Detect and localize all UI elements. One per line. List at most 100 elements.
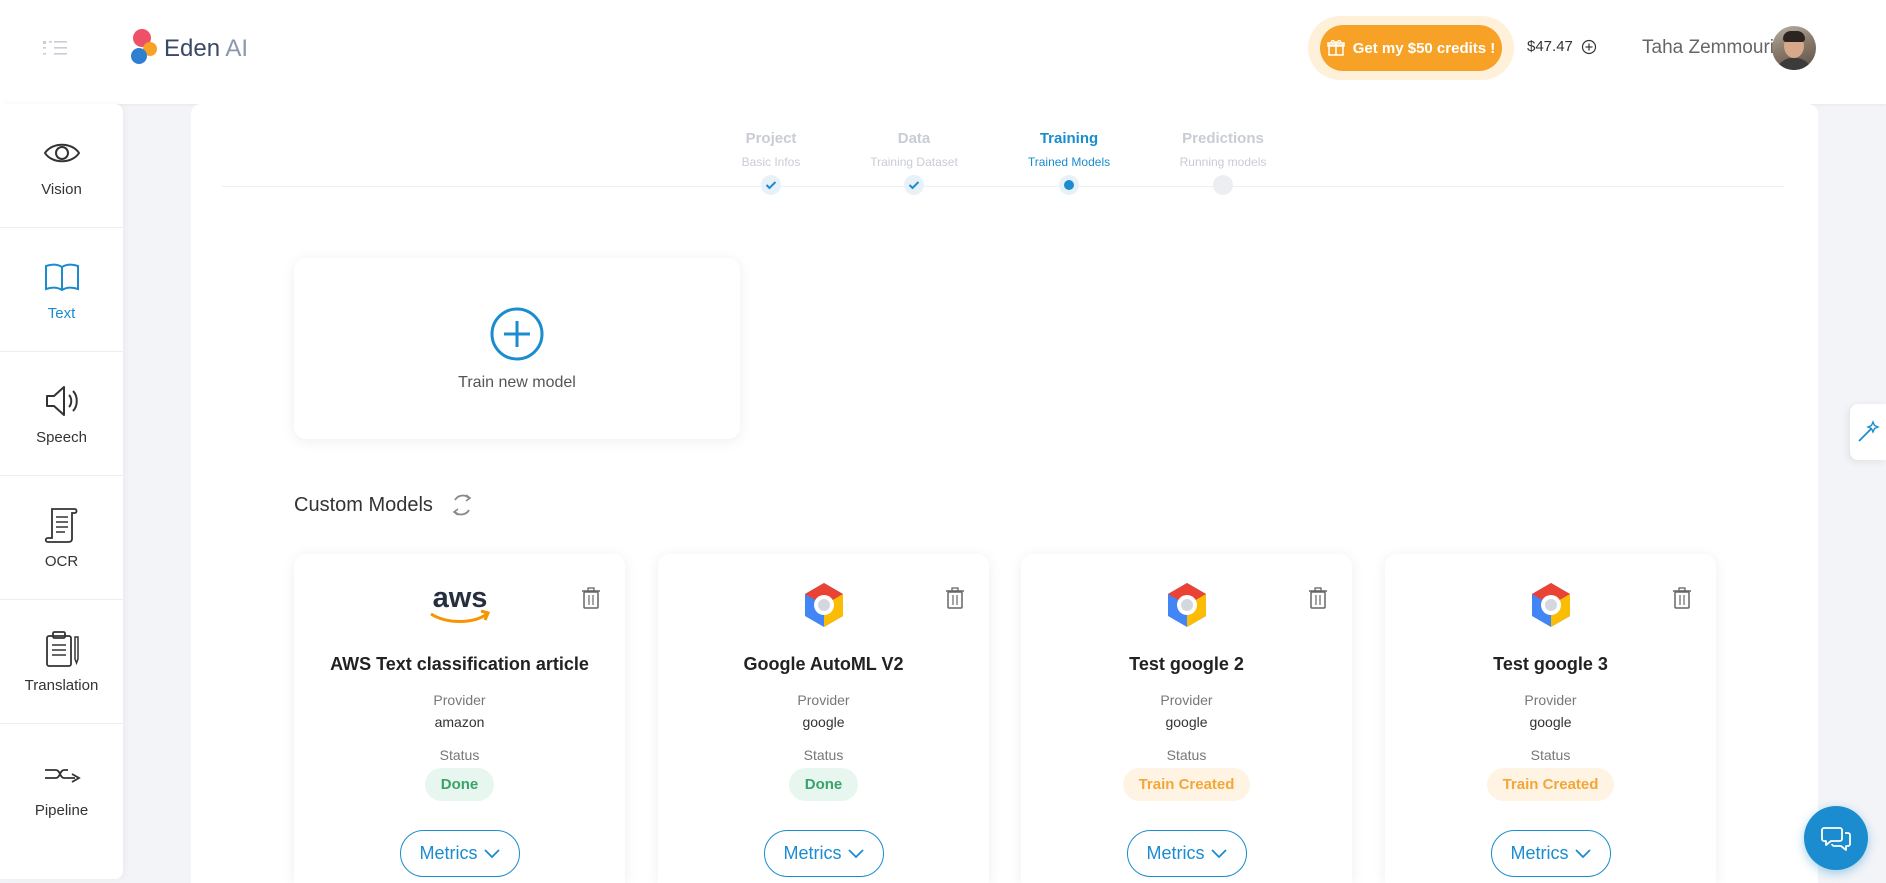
model-name: Test google 3 xyxy=(1493,654,1608,674)
refresh-icon[interactable] xyxy=(449,492,475,518)
sidebar-item-label: Pipeline xyxy=(34,801,89,819)
chevron-down-icon xyxy=(1210,848,1227,858)
chevron-down-icon xyxy=(1574,848,1591,858)
sidebar-item-vision[interactable]: Vision xyxy=(0,104,123,228)
brand-suffix: AI xyxy=(225,35,249,62)
add-funds-icon[interactable] xyxy=(1581,39,1597,55)
avatar[interactable] xyxy=(1772,26,1816,70)
menu-toggle-icon[interactable] xyxy=(40,38,70,58)
account-balance[interactable]: $47.47 xyxy=(1527,38,1597,55)
step-predictions[interactable]: Predictions Running models xyxy=(1153,130,1293,169)
model-name: AWS Text classification article xyxy=(330,654,589,674)
stepper-track xyxy=(222,186,1784,187)
step-project-check-icon xyxy=(761,175,781,195)
sidebar-item-label: Text xyxy=(47,305,76,322)
provider-value: amazon xyxy=(434,714,485,730)
model-card: aws AWS Text classification article Prov… xyxy=(294,554,625,883)
sidebar-item-label: OCR xyxy=(44,553,79,570)
step-title: Data xyxy=(897,130,931,147)
train-new-model-label: Train new model xyxy=(458,373,576,391)
provider-label: Provider xyxy=(433,692,486,708)
pipeline-icon xyxy=(44,768,81,783)
step-training[interactable]: Training Trained Models xyxy=(999,130,1139,169)
google-cloud-logo-icon xyxy=(658,580,989,630)
top-bar: Eden AI Get my $50 credits ! $47.47 Taha… xyxy=(0,0,1886,104)
magic-wand-icon xyxy=(1858,420,1880,442)
step-subtitle: Basic Infos xyxy=(741,155,801,169)
logo-mark-icon xyxy=(131,29,157,64)
speaker-icon xyxy=(45,386,78,416)
sidebar-item-speech[interactable]: Speech xyxy=(0,352,123,476)
status-label: Status xyxy=(1530,747,1571,763)
sidebar-item-text[interactable]: Text xyxy=(0,228,123,352)
step-subtitle: Trained Models xyxy=(1027,155,1111,169)
delete-trash-icon[interactable] xyxy=(1672,586,1692,610)
delete-trash-icon[interactable] xyxy=(581,586,601,610)
eye-icon xyxy=(43,143,80,163)
status-label: Status xyxy=(803,747,844,763)
provider-value: google xyxy=(1165,714,1208,730)
metrics-dropdown-button[interactable]: Metrics xyxy=(763,830,884,877)
train-new-model-card[interactable]: Train new model xyxy=(294,258,740,439)
svg-text:aws: aws xyxy=(432,582,487,614)
metrics-label: Metrics xyxy=(419,843,478,863)
balance-value: $47.47 xyxy=(1527,38,1573,55)
credits-button-halo: Get my $50 credits ! xyxy=(1308,16,1514,80)
sidebar-item-translation[interactable]: Translation xyxy=(0,600,123,724)
delete-trash-icon[interactable] xyxy=(945,586,965,610)
provider-label: Provider xyxy=(1524,692,1577,708)
chevron-down-icon xyxy=(847,848,864,858)
step-project[interactable]: Project Basic Infos xyxy=(701,130,841,169)
metrics-dropdown-button[interactable]: Metrics xyxy=(1126,830,1247,877)
add-circle-icon xyxy=(490,307,544,360)
step-subtitle: Training Dataset xyxy=(870,155,958,169)
step-subtitle: Running models xyxy=(1179,155,1267,169)
scroll-icon xyxy=(44,508,77,543)
google-cloud-logo-icon xyxy=(1021,580,1352,630)
chevron-down-icon xyxy=(483,848,500,858)
model-name: Google AutoML V2 xyxy=(743,654,904,674)
google-cloud-logo-icon xyxy=(1385,580,1716,630)
model-card: Test google 3 Provider google Status Tra… xyxy=(1385,554,1716,883)
step-data-check-icon xyxy=(904,175,924,195)
status-label: Status xyxy=(439,747,480,763)
metrics-dropdown-button[interactable]: Metrics xyxy=(1490,830,1611,877)
sidebar-item-label: Vision xyxy=(41,181,82,198)
model-card: Test google 2 Provider google Status Tra… xyxy=(1021,554,1352,883)
eden-ai-logo[interactable]: Eden AI xyxy=(128,28,258,68)
provider-value: google xyxy=(802,714,845,730)
status-label: Status xyxy=(1166,747,1207,763)
status-badge: Train Created xyxy=(1122,768,1251,801)
step-title: Training xyxy=(1039,130,1099,147)
step-title: Predictions xyxy=(1182,130,1264,147)
step-data[interactable]: Data Training Dataset xyxy=(844,130,984,169)
chat-icon xyxy=(1821,827,1851,851)
status-badge: Done xyxy=(424,768,495,801)
custom-models-title: Custom Models xyxy=(294,494,433,516)
get-credits-label: Get my $50 credits ! xyxy=(1352,39,1496,57)
provider-label: Provider xyxy=(797,692,850,708)
sidebar-item-label: Translation xyxy=(24,677,99,694)
step-title: Project xyxy=(745,130,797,147)
provider-value: google xyxy=(1529,714,1572,730)
book-icon xyxy=(44,263,79,292)
delete-trash-icon[interactable] xyxy=(1308,586,1328,610)
step-training-active-dot xyxy=(1059,175,1079,195)
metrics-label: Metrics xyxy=(1510,843,1569,863)
magic-wand-tab[interactable] xyxy=(1850,404,1886,460)
brand-name: Eden xyxy=(164,35,221,62)
get-credits-button[interactable]: Get my $50 credits ! xyxy=(1320,25,1502,71)
sidebar-item-ocr[interactable]: OCR xyxy=(0,476,123,600)
metrics-label: Metrics xyxy=(783,843,842,863)
metrics-label: Metrics xyxy=(1146,843,1205,863)
step-predictions-dot xyxy=(1213,175,1233,195)
chat-support-button[interactable] xyxy=(1804,806,1868,870)
status-badge: Train Created xyxy=(1486,768,1615,801)
model-card: Google AutoML V2 Provider google Status … xyxy=(658,554,989,883)
sidebar-item-pipeline[interactable]: Pipeline xyxy=(0,724,123,848)
aws-logo-icon: aws xyxy=(294,580,625,630)
model-name: Test google 2 xyxy=(1129,654,1244,674)
gift-icon xyxy=(1326,40,1345,56)
metrics-dropdown-button[interactable]: Metrics xyxy=(399,830,520,877)
user-name[interactable]: Taha Zemmouri xyxy=(1642,37,1774,59)
